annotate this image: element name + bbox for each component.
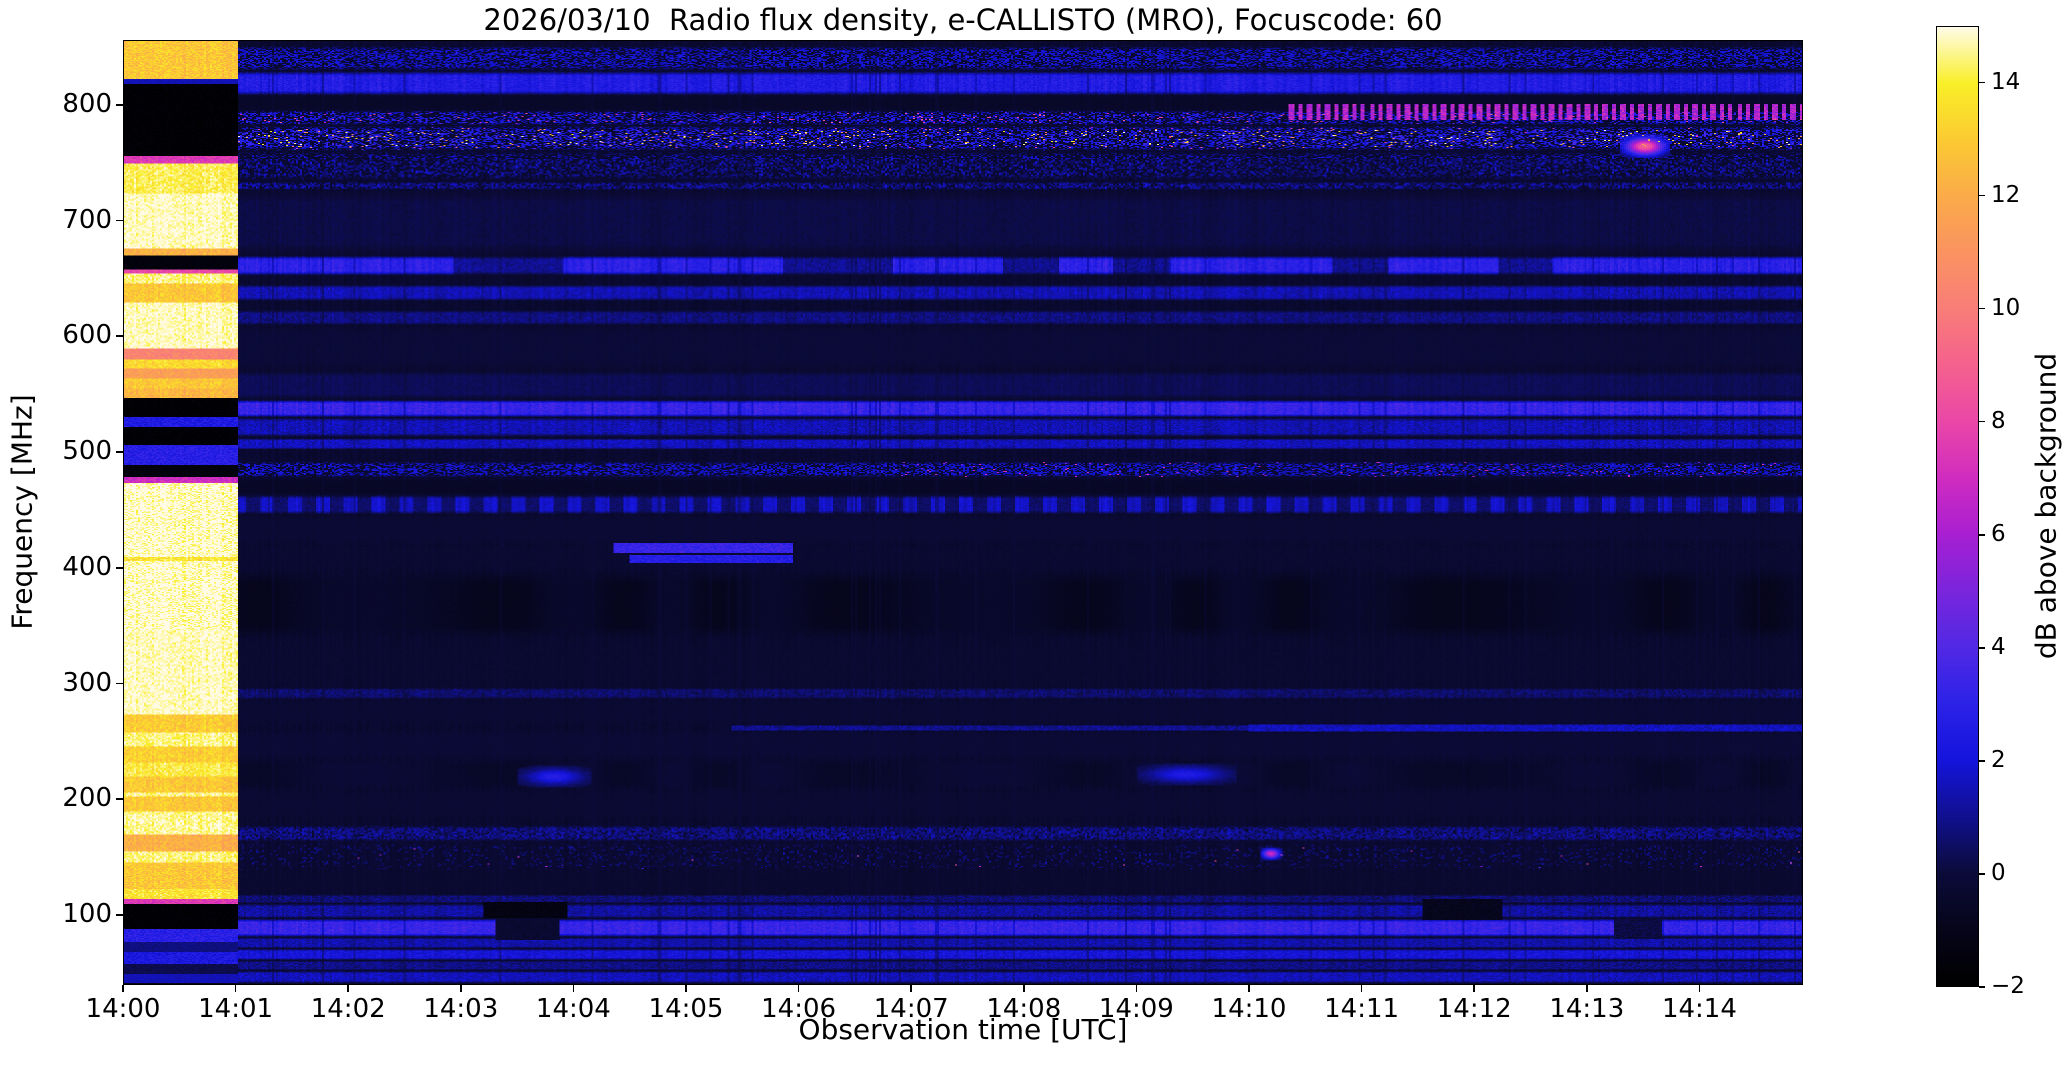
- colorbar-tick: [1979, 986, 1985, 988]
- y-tick: [116, 104, 123, 106]
- colorbar-tick-label: 14: [1991, 68, 2021, 95]
- x-tick: [1248, 985, 1250, 992]
- x-tick: [910, 985, 912, 992]
- x-tick: [1135, 985, 1138, 992]
- spectrogram-figure: 2026/03/10 Radio flux density, e-CALLIST…: [0, 0, 2066, 1067]
- y-tick-label: 200: [62, 783, 112, 814]
- y-tick: [116, 335, 123, 338]
- x-axis-label: Observation time [UTC]: [798, 1013, 1128, 1046]
- colorbar-tick-label: −2: [1991, 973, 2025, 999]
- colorbar-tick-label: 8: [1991, 407, 2006, 434]
- x-tick: [1360, 985, 1363, 992]
- colorbar-tick: [1979, 760, 1985, 762]
- y-tick: [116, 682, 123, 685]
- x-tick: [347, 985, 349, 992]
- colorbar-tick: [1979, 533, 1985, 536]
- colorbar-tick-label: 12: [1991, 181, 2021, 208]
- x-tick: [1586, 985, 1588, 992]
- y-tick: [116, 219, 123, 222]
- y-tick: [116, 798, 123, 801]
- x-tick: [685, 985, 687, 992]
- x-tick: [1023, 985, 1025, 992]
- colorbar-gradient: [1937, 27, 1978, 986]
- x-tick: [1473, 985, 1475, 992]
- x-tick: [572, 985, 575, 992]
- colorbar-tick: [1979, 420, 1985, 423]
- colorbar-tick-label: 4: [1991, 633, 2006, 660]
- spectrogram-image: [124, 41, 1802, 984]
- y-tick: [116, 914, 123, 916]
- x-tick: [460, 985, 462, 992]
- colorbar-tick: [1979, 873, 1985, 875]
- colorbar-tick-label: 2: [1991, 746, 2006, 773]
- y-tick-label: 600: [62, 320, 112, 351]
- colorbar: [1936, 26, 1979, 987]
- colorbar-tick-label: 0: [1991, 859, 2006, 886]
- colorbar-tick: [1979, 81, 1985, 84]
- colorbar-tick-label: 10: [1991, 294, 2021, 321]
- y-tick: [116, 566, 123, 569]
- y-axis-label: Frequency [MHz]: [5, 394, 39, 630]
- chart-title: 2026/03/10 Radio flux density, e-CALLIST…: [483, 3, 1443, 37]
- x-tick: [234, 985, 237, 992]
- x-tick: [1698, 985, 1701, 992]
- colorbar-label: dB above background: [2029, 352, 2063, 660]
- colorbar-tick: [1979, 307, 1985, 310]
- x-tick: [122, 985, 124, 992]
- y-tick-label: 700: [62, 204, 112, 235]
- y-tick-label: 300: [62, 667, 112, 698]
- spectrogram-plot-area: [123, 40, 1803, 985]
- colorbar-tick: [1979, 194, 1985, 197]
- x-tick: [797, 985, 800, 992]
- colorbar-tick: [1979, 647, 1985, 649]
- colorbar-tick-label: 6: [1991, 520, 2006, 547]
- y-tick-label: 800: [62, 88, 112, 119]
- y-tick: [116, 451, 123, 453]
- y-tick-label: 100: [62, 898, 112, 929]
